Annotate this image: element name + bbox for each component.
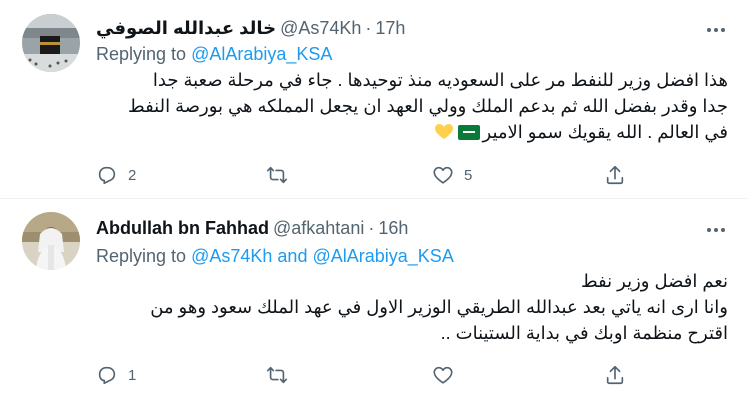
mention-link[interactable]: @AlArabiya_KSA — [191, 44, 332, 64]
yellow-heart-icon — [434, 124, 453, 139]
tweet-text: نعم افضل وزير نفط وانا ارى انه ياتي بعد … — [96, 268, 728, 346]
share-button[interactable] — [604, 162, 626, 188]
share-icon — [606, 365, 624, 385]
more-dot-icon — [714, 228, 718, 232]
like-count: 5 — [464, 166, 473, 184]
timestamp[interactable]: 17h — [375, 18, 405, 39]
replying-to-label: Replying to — [96, 44, 187, 64]
replying-to-joiner[interactable]: and — [277, 246, 307, 266]
retweet-icon — [267, 366, 287, 384]
tweet-text-line-last: في العالم . الله يقويك سمو الامير — [96, 119, 728, 145]
kaaba-photo-avatar-image — [22, 14, 80, 72]
retweet-button[interactable] — [266, 362, 298, 388]
tweet-text-line-content: في العالم . الله يقويك سمو الامير — [482, 122, 728, 142]
share-button[interactable] — [604, 362, 626, 388]
heart-icon — [433, 366, 453, 384]
saudi-flag-icon — [457, 125, 480, 140]
tweet[interactable]: خالد عبدالله الصوفي @As74Kh · 17h Replyi… — [0, 0, 748, 199]
more-dot-icon — [714, 28, 718, 32]
like-button[interactable]: 5 — [432, 162, 472, 188]
reply-icon — [98, 366, 116, 385]
more-dot-icon — [721, 228, 725, 232]
retweet-button[interactable] — [266, 162, 298, 188]
avatar[interactable] — [22, 14, 80, 72]
mention-link[interactable]: @As74Kh — [191, 246, 272, 266]
tweet[interactable]: Abdullah bn Fahhad @afkahtani · 16h Repl… — [0, 200, 748, 403]
reply-icon — [98, 166, 116, 185]
avatar[interactable] — [22, 212, 80, 270]
replying-to: Replying to @As74Kh and @AlArabiya_KSA — [96, 246, 454, 267]
tweet-header: خالد عبدالله الصوفي @As74Kh · 17h — [96, 16, 405, 40]
heart-icon — [433, 166, 453, 184]
more-dot-icon — [721, 28, 725, 32]
tweet-actions: 1 — [96, 362, 636, 388]
more-dot-icon — [707, 228, 711, 232]
replying-to-label: Replying to — [96, 246, 187, 266]
author-name[interactable]: خالد عبدالله الصوفي — [96, 18, 276, 39]
reply-button[interactable]: 2 — [96, 162, 136, 188]
replying-to: Replying to @AlArabiya_KSA — [96, 44, 332, 65]
more-options-button[interactable] — [704, 18, 728, 42]
separator: · — [365, 17, 372, 38]
tweet-header: Abdullah bn Fahhad @afkahtani · 16h — [96, 216, 408, 240]
separator: · — [368, 217, 375, 238]
author-name[interactable]: Abdullah bn Fahhad — [96, 218, 269, 239]
tweet-text-line: هذا افضل وزير للنفط مر على السعوديه منذ … — [152, 70, 728, 90]
more-options-button[interactable] — [704, 218, 728, 242]
retweet-icon — [267, 166, 287, 184]
tweet-text-line: وانا ارى انه ياتي بعد عبدالله الطريقي ال… — [150, 297, 728, 317]
share-icon — [606, 165, 624, 185]
reply-count: 2 — [128, 166, 137, 184]
man-photo-avatar-image — [22, 212, 80, 270]
timestamp[interactable]: 16h — [378, 218, 408, 239]
tweet-actions: 2 5 — [96, 162, 636, 188]
author-handle[interactable]: @afkahtani — [273, 218, 364, 239]
reply-count: 1 — [128, 366, 137, 384]
reply-button[interactable]: 1 — [96, 362, 136, 388]
tweet-text: هذا افضل وزير للنفط مر على السعوديه منذ … — [96, 67, 728, 145]
tweet-text-line: نعم افضل وزير نفط — [580, 271, 728, 291]
tweet-text-line: جدا وقدر بفضل الله ثم بدعم الملك وولي ال… — [127, 96, 728, 116]
more-dot-icon — [707, 28, 711, 32]
tweet-text-line: اقترح منظمة اوبك في بداية الستينات .. — [440, 323, 728, 343]
mention-link[interactable]: @AlArabiya_KSA — [312, 246, 453, 266]
author-handle[interactable]: @As74Kh — [280, 18, 361, 39]
like-button[interactable] — [432, 362, 464, 388]
